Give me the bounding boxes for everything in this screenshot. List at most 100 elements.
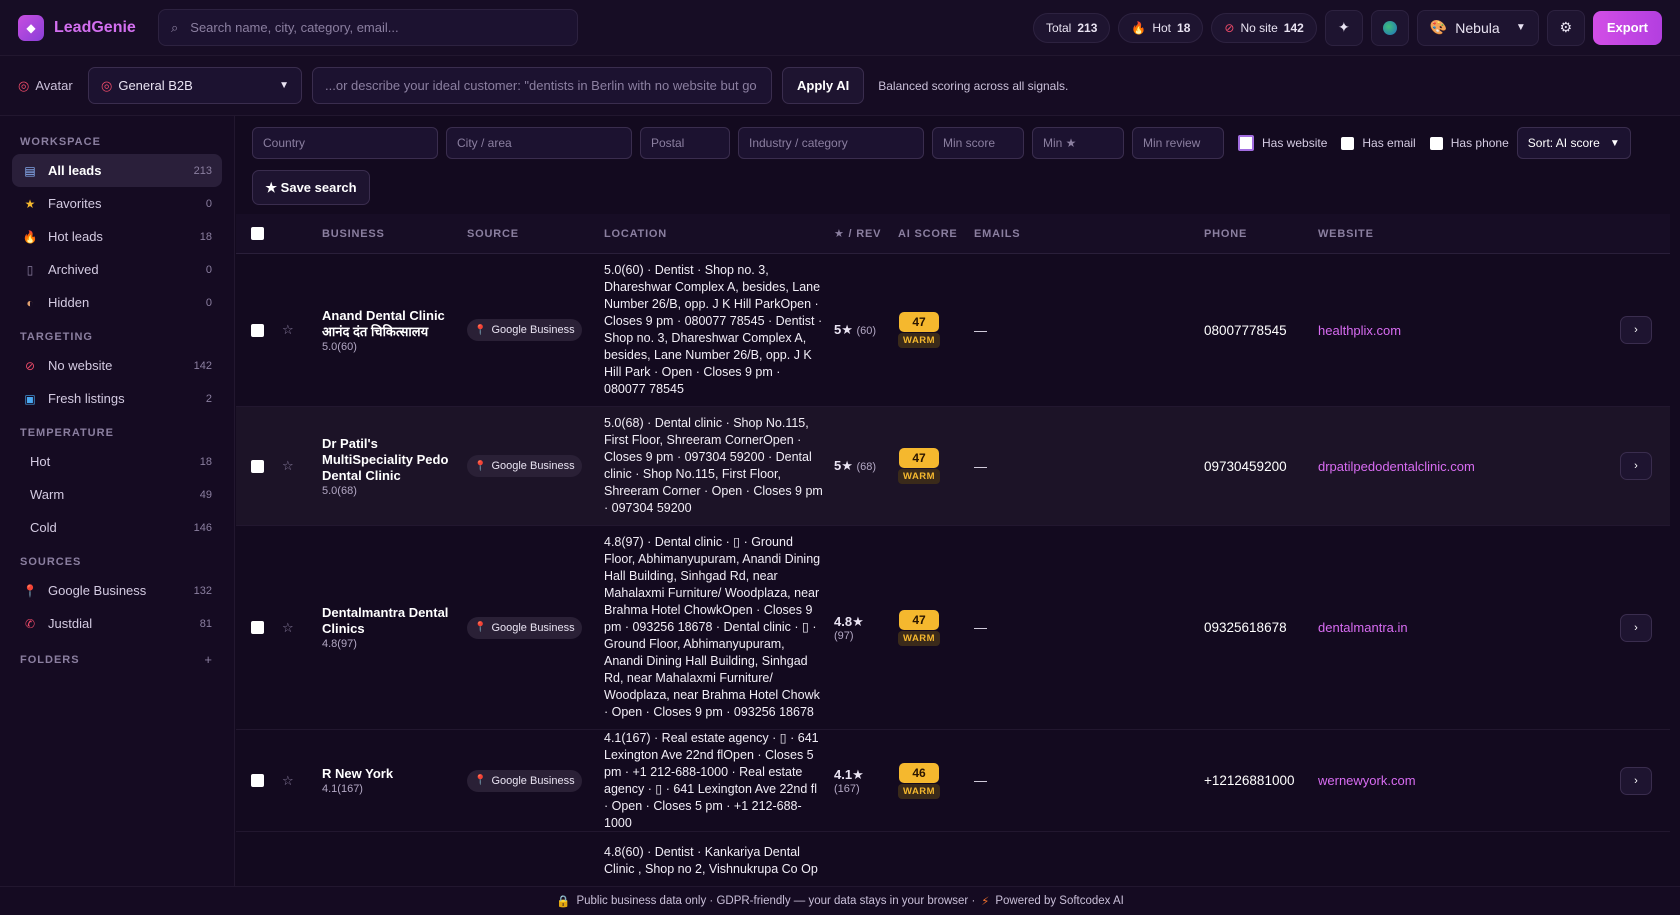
has-website-checkbox[interactable]: Has website: [1238, 135, 1327, 151]
sidebar-item-favorites[interactable]: ★ Favorites 0: [12, 187, 222, 220]
sidebar-item-hot[interactable]: Hot 18: [12, 445, 222, 478]
sidebar-item-warm[interactable]: Warm 49: [12, 478, 222, 511]
save-search-button[interactable]: ★ Save search: [252, 170, 370, 205]
total-pill[interactable]: Total 213: [1032, 12, 1111, 43]
industry-field[interactable]: Industry / category: [738, 127, 924, 159]
website-link[interactable]: wernewyork.com: [1318, 773, 1416, 788]
emails-value: —: [974, 458, 987, 474]
sidebar-item-no-website[interactable]: ⊘ No website 142: [12, 349, 222, 382]
nosite-pill[interactable]: ⊘ No site 142: [1211, 12, 1317, 43]
has-email-checkbox[interactable]: Has email: [1341, 136, 1416, 150]
table-row[interactable]: 4.8(60) · Dentist · Kankariya Dental Cli…: [236, 832, 1670, 892]
settings-button[interactable]: ⚙: [1546, 9, 1585, 46]
sidebar-item-hot-leads[interactable]: 🔥 Hot leads 18: [12, 220, 222, 253]
table-row[interactable]: ☆ Anand Dental Clinic आनंद दंत चिकित्साल…: [236, 254, 1670, 407]
source-cell: 📍 Google Business: [467, 455, 604, 477]
sidebar-item-cold[interactable]: Cold 146: [12, 511, 222, 544]
phone-value[interactable]: 09730459200: [1204, 459, 1287, 474]
location-text: 4.8(60) · Dentist · Kankariya Dental Cli…: [604, 845, 818, 876]
country-field[interactable]: Country: [252, 127, 438, 159]
section-heading: SOURCES: [20, 556, 82, 568]
business-name[interactable]: R New York: [322, 766, 467, 782]
hot-label: Hot: [1152, 20, 1172, 35]
sidebar-item-all-leads[interactable]: ▤ All leads 213: [12, 154, 222, 187]
business-name[interactable]: Dentalmantra Dental Clinics: [322, 605, 467, 637]
business-rating: 5.0(68): [322, 484, 357, 497]
theme-select[interactable]: 🎨 Nebula ▼: [1416, 9, 1539, 46]
row-checkbox[interactable]: [251, 621, 264, 634]
sidebar-item-count: 2: [205, 392, 212, 405]
favorite-star-icon[interactable]: ☆: [276, 322, 322, 338]
source-badge: 📍 Google Business: [467, 319, 582, 341]
lock-icon: 🔒: [556, 896, 571, 908]
min-score-field[interactable]: Min score: [932, 127, 1024, 159]
min-star-field[interactable]: Min ★: [1032, 127, 1124, 159]
checkbox-box[interactable]: [1341, 136, 1355, 150]
phone-value[interactable]: 09325618678: [1204, 620, 1287, 635]
source-label: Google Business: [491, 460, 575, 472]
checkbox-box[interactable]: [1429, 136, 1443, 150]
min-review-field[interactable]: Min review: [1132, 127, 1224, 159]
business-name[interactable]: Dr Patil's MultiSpeciality Pedo Dental C…: [322, 436, 467, 484]
table-row[interactable]: ☆ Dr Patil's MultiSpeciality Pedo Dental…: [236, 407, 1670, 526]
sidebar-item-archived[interactable]: ▯ Archived 0: [12, 253, 222, 286]
favorite-star-icon[interactable]: ☆: [276, 620, 322, 636]
header-rev[interactable]: ★ / REV: [834, 227, 898, 240]
emails-value: —: [974, 322, 987, 338]
table-row[interactable]: ☆ R New York 4.1(167) 📍 Google Business 4…: [236, 730, 1670, 832]
globe-button[interactable]: [1370, 9, 1409, 46]
header-phone[interactable]: PHONE: [1204, 228, 1318, 240]
open-row-button[interactable]: ›: [1620, 316, 1652, 344]
business-cell: Anand Dental Clinic आनंद दंत चिकित्सालय …: [322, 308, 467, 353]
row-checkbox[interactable]: [251, 323, 264, 337]
source-badge: 📍 Google Business: [467, 616, 582, 639]
header-source[interactable]: SOURCE: [467, 228, 604, 240]
star-icon: ★: [24, 196, 36, 211]
ai-score-cell: 47 WARM: [898, 609, 974, 646]
website-link[interactable]: healthplix.com: [1318, 323, 1401, 338]
search-input[interactable]: [190, 20, 551, 35]
phone-value[interactable]: +12126881000: [1204, 773, 1294, 788]
postal-field[interactable]: Postal: [640, 127, 730, 159]
sort-value: Sort: AI score: [1527, 136, 1600, 150]
export-button[interactable]: Export: [1592, 10, 1662, 45]
footer-powered[interactable]: Powered by Softcodex AI: [995, 895, 1124, 907]
sidebar-item-hidden[interactable]: ◐ Hidden 0: [12, 286, 222, 319]
website-link[interactable]: dentalmantra.in: [1318, 620, 1408, 635]
header-ai-score[interactable]: AI SCORE: [898, 228, 974, 240]
brand[interactable]: ◆ LeadGenie: [18, 14, 150, 41]
sidebar-item-count: 0: [205, 197, 212, 210]
row-checkbox[interactable]: [251, 459, 264, 473]
pin-icon: 📍: [474, 622, 487, 633]
open-row-button[interactable]: ›: [1620, 613, 1652, 642]
header-emails[interactable]: EMAILS: [974, 228, 1204, 240]
has-phone-checkbox[interactable]: Has phone: [1429, 136, 1509, 150]
favorite-star-icon[interactable]: ☆: [276, 458, 322, 474]
select-all-checkbox[interactable]: [251, 227, 264, 240]
website-link[interactable]: drpatilpedodentalclinic.com: [1318, 459, 1475, 474]
source-badge: 📍 Google Business: [467, 455, 582, 477]
hot-pill[interactable]: 🔥 Hot 18: [1118, 12, 1204, 43]
open-row-button[interactable]: ›: [1620, 766, 1652, 795]
header-business[interactable]: BUSINESS: [322, 228, 467, 240]
header-location[interactable]: LOCATION: [604, 228, 834, 240]
sidebar-item-justdial[interactable]: ✆ Justdial 81: [12, 607, 222, 640]
phone-value[interactable]: 08007778545: [1204, 323, 1287, 338]
open-row-button[interactable]: ›: [1620, 452, 1652, 480]
sparkle-button[interactable]: ✦: [1324, 9, 1363, 46]
add-folder-button[interactable]: +: [204, 652, 212, 667]
header-website[interactable]: WEBSITE: [1318, 228, 1620, 240]
describe-input[interactable]: ...or describe your ideal customer: "den…: [312, 67, 772, 104]
city-field[interactable]: City / area: [446, 127, 632, 159]
favorite-star-icon[interactable]: ☆: [276, 773, 322, 789]
sidebar-item-google-business[interactable]: 📍 Google Business 132: [12, 574, 222, 607]
sort-select[interactable]: Sort: AI score ▼: [1516, 127, 1631, 159]
business-name[interactable]: Anand Dental Clinic आनंद दंत चिकित्सालय: [322, 308, 467, 340]
checkbox-box[interactable]: [1238, 135, 1254, 151]
row-checkbox[interactable]: [251, 774, 264, 787]
table-row[interactable]: ☆ Dentalmantra Dental Clinics 4.8(97) 📍 G…: [236, 526, 1670, 730]
sidebar-item-label: Hot: [30, 454, 51, 469]
apply-ai-button[interactable]: Apply AI: [782, 67, 865, 104]
sidebar-item-fresh-listings[interactable]: ▣ Fresh listings 2: [12, 382, 222, 415]
avatar-select[interactable]: ◎ General B2B ▼: [88, 67, 302, 104]
